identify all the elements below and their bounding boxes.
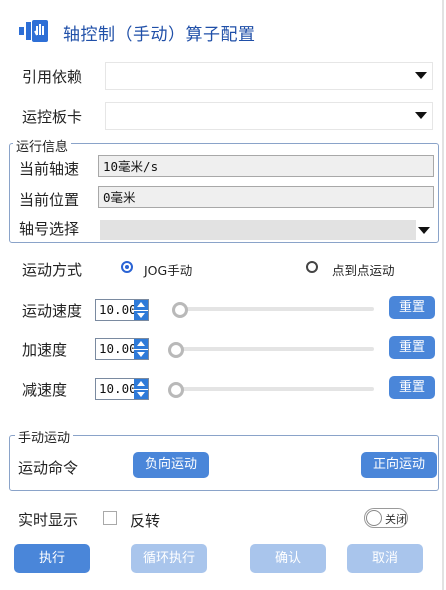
current-position-field: 0毫米	[98, 186, 434, 208]
chevron-down-icon[interactable]	[418, 227, 430, 234]
loop-execute-button[interactable]: 循环执行	[131, 544, 207, 573]
run-info-title: 运行信息	[13, 136, 72, 155]
spin-up-icon[interactable]	[134, 300, 148, 310]
reverse-checkbox[interactable]	[103, 511, 117, 525]
toggle-knob	[366, 510, 382, 526]
speed-reset-button[interactable]: 重置	[389, 296, 435, 319]
current-position-label: 当前位置	[19, 191, 80, 209]
deceleration-slider-knob[interactable]	[168, 382, 184, 398]
execute-button[interactable]: 执行	[14, 544, 90, 573]
realtime-display-label: 实时显示	[18, 511, 79, 529]
axis-select-label: 轴号选择	[19, 220, 80, 238]
speed-spinbox[interactable]: 10.00	[95, 299, 149, 321]
spin-up-icon[interactable]	[134, 339, 148, 349]
ref-dependency-select[interactable]	[105, 62, 433, 90]
p2p-radio-label: 点到点运动	[332, 263, 395, 278]
positive-motion-button[interactable]: 正向运动	[361, 452, 437, 478]
motion-command-label: 运动命令	[18, 459, 79, 477]
spin-down-icon[interactable]	[134, 389, 148, 399]
page-title: 轴控制（手动）算子配置	[63, 25, 256, 45]
deceleration-reset-button[interactable]: 重置	[389, 376, 435, 399]
acceleration-spinbox[interactable]: 10.00	[95, 338, 149, 360]
speed-slider-track[interactable]	[178, 307, 374, 311]
reverse-label: 反转	[130, 512, 161, 530]
spin-up-icon[interactable]	[134, 379, 148, 389]
axis-control-icon	[18, 18, 50, 44]
speed-slider-knob[interactable]	[172, 302, 188, 318]
axis-select-combo[interactable]	[100, 220, 416, 240]
current-speed-field: 10毫米/s	[98, 155, 434, 177]
acceleration-label: 加速度	[22, 341, 68, 359]
motion-card-select[interactable]	[105, 102, 433, 130]
acceleration-slider-track[interactable]	[172, 347, 374, 351]
p2p-radio[interactable]	[306, 261, 318, 273]
deceleration-slider-track[interactable]	[172, 387, 374, 391]
manual-motion-title: 手动运动	[15, 427, 74, 446]
confirm-button[interactable]: 确认	[250, 544, 326, 573]
acceleration-reset-button[interactable]: 重置	[389, 336, 435, 359]
speed-label: 运动速度	[22, 302, 83, 320]
cancel-button[interactable]: 取消	[347, 544, 423, 573]
deceleration-spinbox[interactable]: 10.00	[95, 378, 149, 400]
chevron-down-icon	[415, 112, 427, 119]
ref-dependency-label: 引用依赖	[22, 68, 83, 86]
realtime-toggle[interactable]: 关闭	[364, 508, 408, 528]
current-speed-label: 当前轴速	[19, 160, 80, 178]
jog-radio[interactable]	[121, 261, 133, 273]
chevron-down-icon	[415, 72, 427, 79]
deceleration-label: 减速度	[22, 381, 68, 399]
spin-down-icon[interactable]	[134, 310, 148, 320]
spin-down-icon[interactable]	[134, 349, 148, 359]
acceleration-slider-knob[interactable]	[168, 342, 184, 358]
negative-motion-button[interactable]: 负向运动	[133, 452, 209, 478]
motion-card-label: 运控板卡	[22, 108, 83, 126]
jog-radio-label: JOG手动	[144, 263, 193, 278]
window-right-border	[442, 0, 444, 590]
motion-mode-label: 运动方式	[22, 261, 83, 279]
